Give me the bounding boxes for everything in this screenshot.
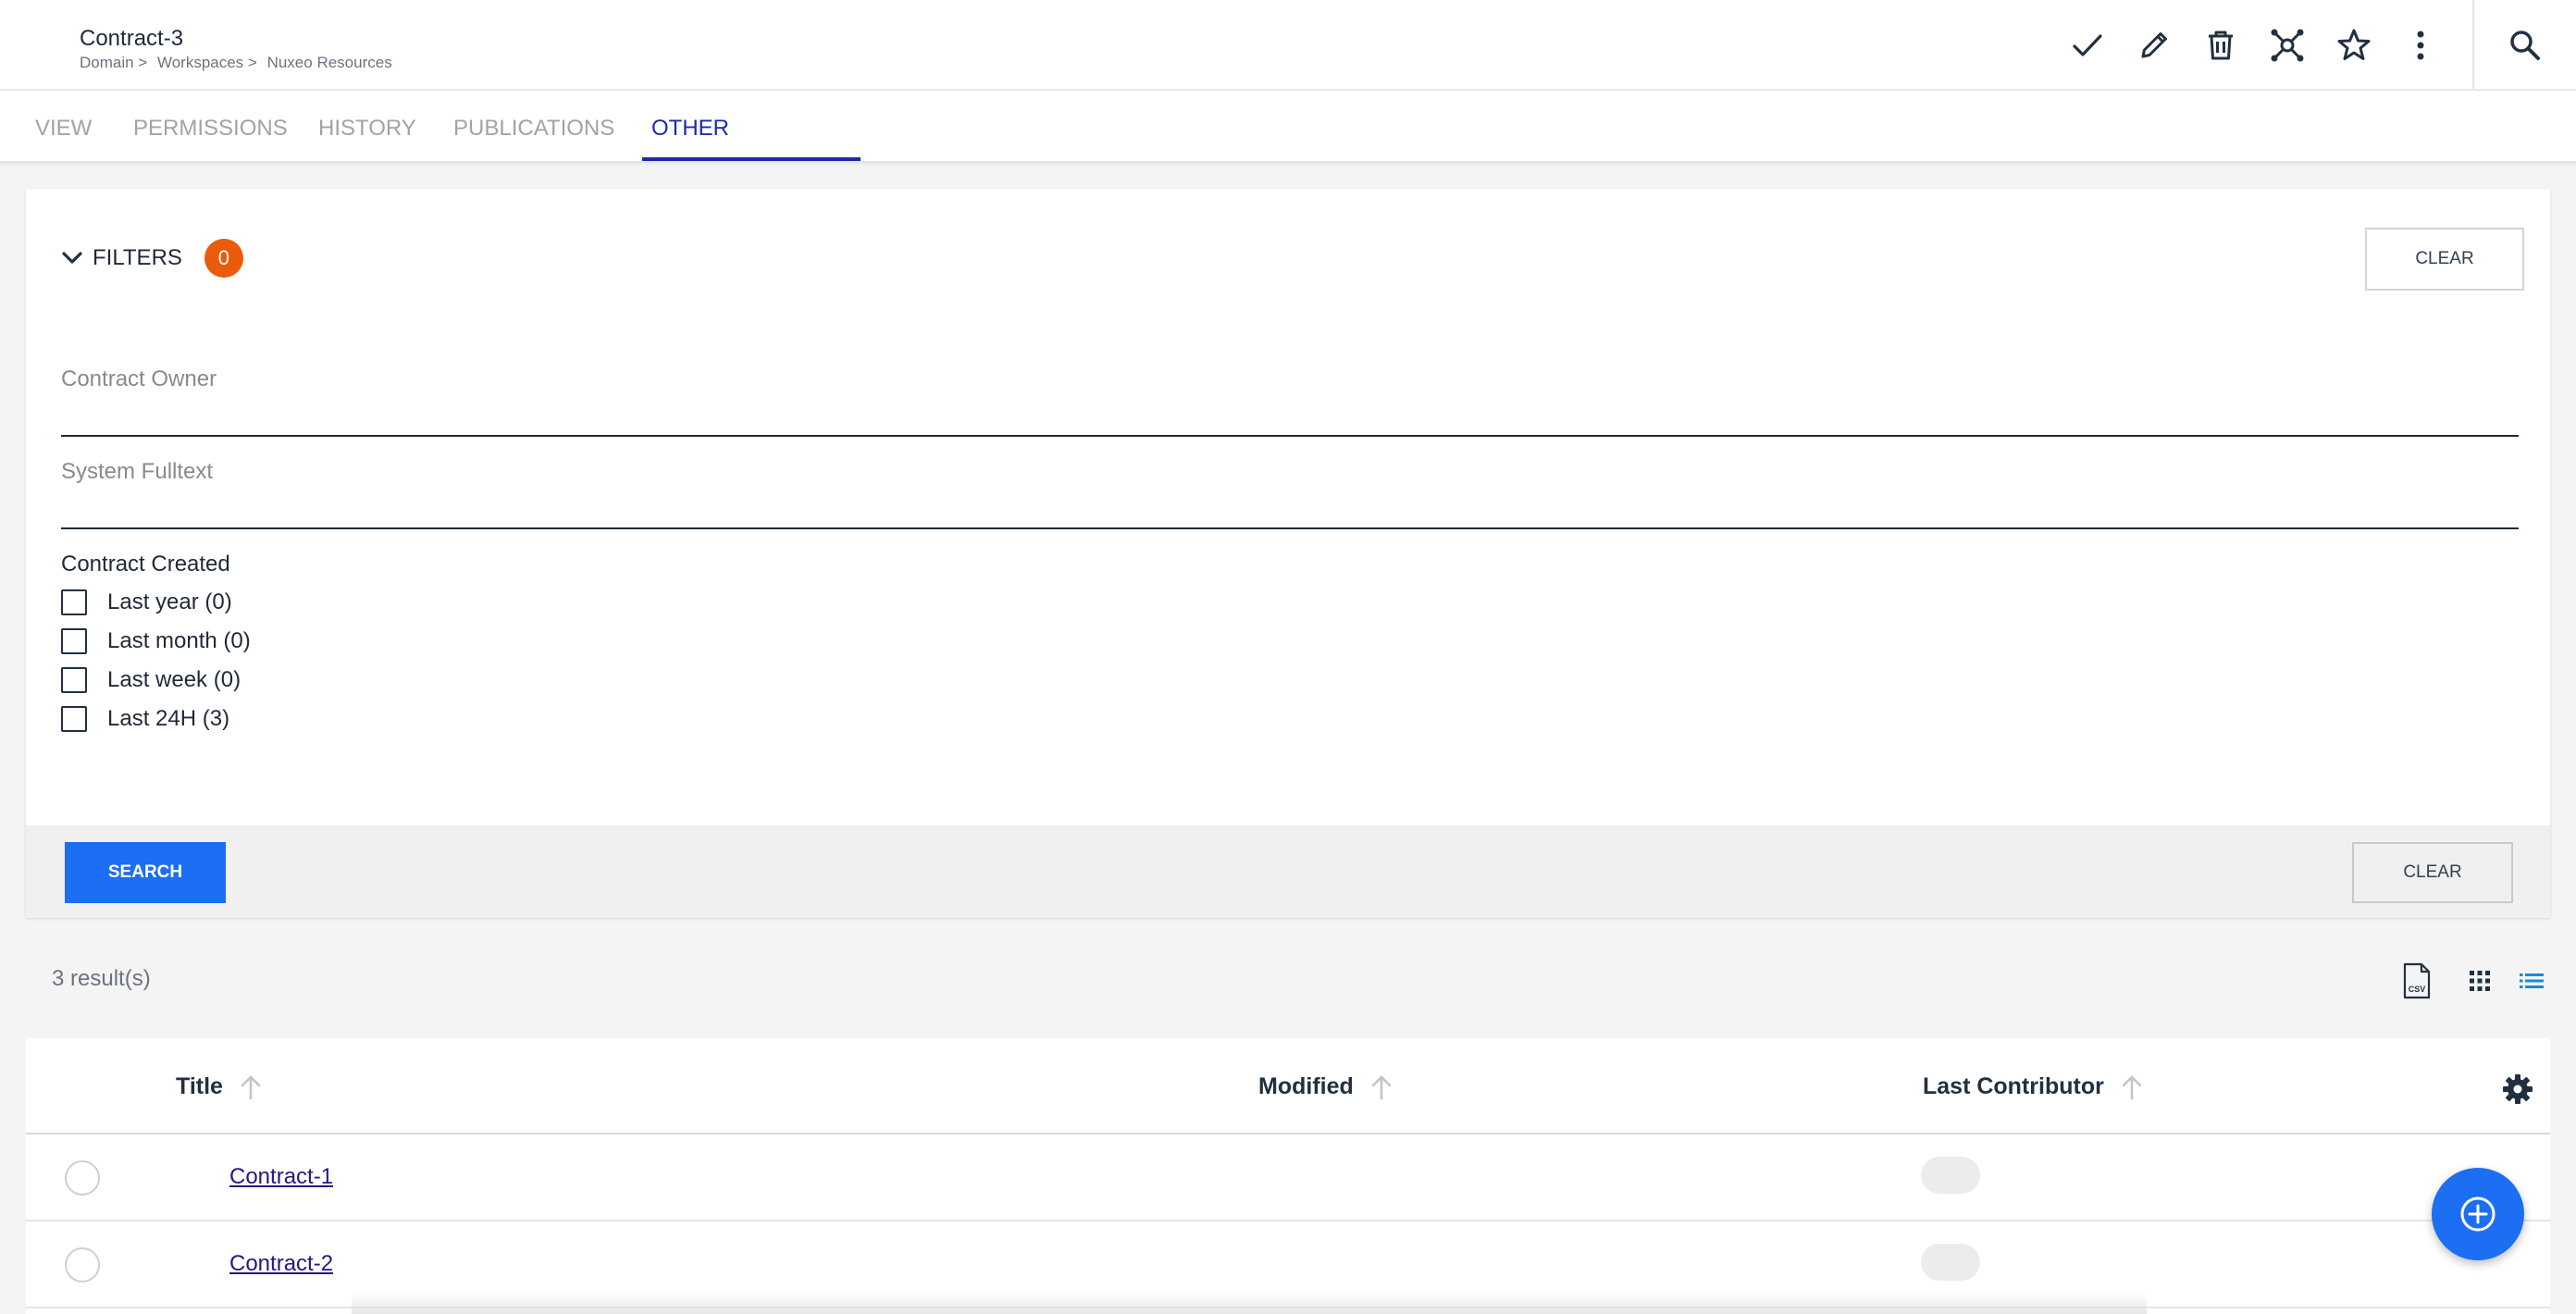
network-icon (2271, 29, 2304, 62)
contract-created-options: Last year (0) Last month (0) Last week (… (61, 583, 251, 738)
checkbox-label: Last month (0) (107, 628, 251, 653)
sort-arrow-up-icon (1371, 1074, 1392, 1099)
contributor-avatar (1921, 1157, 1980, 1194)
checkbox-box[interactable] (61, 628, 87, 654)
check-icon (2073, 34, 2102, 56)
contributor-avatar (1921, 1244, 1980, 1281)
more-button[interactable] (2387, 0, 2454, 91)
column-settings-button[interactable] (2502, 1073, 2533, 1105)
tab-bar: VIEW PERMISSIONS HISTORY PUBLICATIONS OT… (0, 91, 2576, 217)
system-fulltext-label: System Fulltext (61, 459, 214, 484)
checkbox-last-24h[interactable]: Last 24H (3) (61, 700, 251, 738)
filter-count-badge: 0 (204, 239, 243, 278)
system-fulltext-field: System Fulltext (61, 459, 2519, 529)
search-submit-button[interactable]: SEARCH (65, 842, 226, 903)
chevron-down-icon (62, 252, 82, 264)
csv-export-icon: CSV (2403, 962, 2431, 999)
breadcrumb: Domain > Workspaces > Nuxeo Resources (80, 54, 398, 72)
tab-other-contracts[interactable]: OTHER CONTRACTS (642, 91, 861, 217)
trash-icon (2209, 31, 2233, 60)
top-bar: Contract-3 Domain > Workspaces > Nuxeo R… (0, 0, 2576, 91)
contract-owner-label: Contract Owner (61, 366, 217, 391)
scroll-shadow (352, 1292, 2147, 1314)
column-header-title[interactable]: Title (176, 1073, 262, 1100)
checkbox-box[interactable] (61, 667, 87, 693)
filters-toggle[interactable]: FILTERS 0 (59, 239, 243, 278)
column-modified-label: Modified (1258, 1073, 1354, 1099)
table-header: Title Modified Last Contributor (26, 1038, 2550, 1134)
document-link[interactable]: Contract-1 (229, 1164, 333, 1190)
page-title: Contract-3 (80, 26, 184, 51)
filters-panel: FILTERS 0 CLEAR Contract Owner System Fu… (26, 189, 2550, 918)
delete-button[interactable] (2187, 0, 2254, 91)
contract-owner-field: Contract Owner (61, 366, 2519, 437)
column-header-modified[interactable]: Modified (1258, 1073, 1393, 1100)
results-count: 3 result(s) (52, 966, 151, 991)
checkbox-label: Last year (0) (107, 589, 232, 614)
tab-view[interactable]: VIEW (35, 91, 92, 161)
more-vert-icon (2417, 31, 2424, 60)
system-fulltext-input[interactable] (61, 485, 2519, 529)
tab-permissions[interactable]: PERMISSIONS (133, 91, 288, 161)
pencil-icon (2141, 32, 2167, 58)
search-button[interactable] (2474, 0, 2576, 91)
star-icon (2337, 29, 2371, 60)
clear-search-button[interactable]: CLEAR (2352, 842, 2513, 903)
clear-filters-button[interactable]: CLEAR (2365, 228, 2524, 291)
list-view-icon (2520, 973, 2544, 988)
checkbox-last-week[interactable]: Last week (0) (61, 661, 251, 700)
row-select-radio[interactable] (65, 1247, 100, 1283)
list-view-button[interactable] (2513, 962, 2550, 999)
edit-button[interactable] (2121, 0, 2187, 91)
table-row[interactable]: Contract-1 (26, 1134, 2550, 1221)
breadcrumb-item-domain[interactable]: Domain > (80, 54, 147, 71)
add-circle-icon (2460, 1196, 2496, 1232)
grid-view-button[interactable] (2461, 962, 2498, 999)
contract-created-label: Contract Created (61, 552, 230, 576)
create-document-button[interactable] (2432, 1168, 2524, 1260)
approve-button[interactable] (2054, 0, 2121, 91)
checkbox-label: Last 24H (3) (107, 706, 230, 731)
grid-view-icon (2470, 971, 2490, 991)
checkbox-last-year[interactable]: Last year (0) (61, 583, 251, 622)
checkbox-label: Last week (0) (107, 667, 242, 692)
share-button[interactable] (2254, 0, 2321, 91)
filters-label: FILTERS (93, 245, 182, 270)
csv-export-button[interactable]: CSV (2398, 962, 2435, 999)
tab-history[interactable]: HISTORY (318, 91, 416, 161)
checkbox-box[interactable] (61, 706, 87, 732)
breadcrumb-item-nuxeo-resources[interactable]: Nuxeo Resources (267, 54, 392, 71)
svg-text:CSV: CSV (2409, 985, 2426, 994)
sort-arrow-up-icon (2122, 1074, 2142, 1099)
gear-icon (2503, 1074, 2533, 1104)
checkbox-box[interactable] (61, 589, 87, 615)
row-select-radio[interactable] (65, 1160, 100, 1196)
document-actions (2054, 0, 2576, 91)
filter-action-bar: SEARCH CLEAR (26, 825, 2550, 918)
tab-publications[interactable]: PUBLICATIONS (453, 91, 614, 161)
contract-owner-input[interactable] (61, 392, 2519, 437)
column-header-last-contributor[interactable]: Last Contributor (1923, 1073, 2143, 1100)
document-link[interactable]: Contract-2 (229, 1251, 333, 1277)
sort-arrow-up-icon (241, 1074, 261, 1099)
search-icon (2510, 31, 2540, 60)
results-table: Title Modified Last Contributor Contract… (26, 1038, 2550, 1314)
column-title-label: Title (176, 1073, 223, 1099)
breadcrumb-item-workspaces[interactable]: Workspaces > (157, 54, 257, 71)
column-contributor-label: Last Contributor (1923, 1073, 2104, 1099)
checkbox-last-month[interactable]: Last month (0) (61, 622, 251, 661)
favorite-button[interactable] (2321, 0, 2387, 91)
